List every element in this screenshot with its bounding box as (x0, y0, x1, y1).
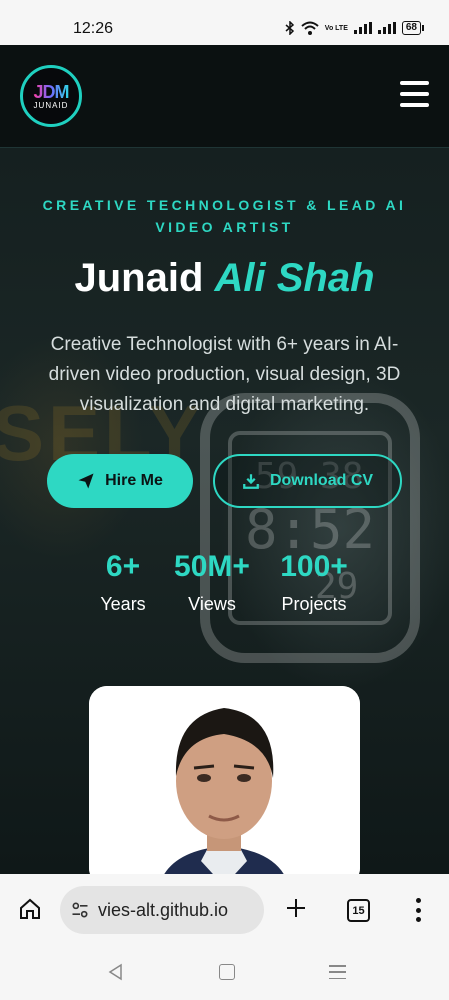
tab-switcher-button[interactable]: 15 (347, 899, 370, 922)
battery-indicator: 68 (401, 21, 425, 35)
download-cv-label: Download CV (269, 472, 374, 489)
tab-count: 15 (352, 904, 365, 917)
background-watch-image: 59 38 8:52 29 (200, 393, 420, 663)
signal-icon (353, 22, 372, 34)
logo-mark: JDM (33, 82, 69, 102)
profile-photo-card (89, 686, 360, 874)
stat-value: 6+ (105, 550, 141, 583)
status-bar: 12:26 Vo LTE 68 (0, 0, 449, 45)
volte-indicator: Vo LTE (324, 24, 348, 32)
download-icon (243, 474, 259, 489)
title-first-name: Junaid (74, 256, 204, 300)
stat-value: 50M+ (174, 550, 250, 583)
profile-photo (89, 686, 360, 874)
stat-projects: 100+ Projects (269, 550, 359, 615)
status-time: 12:26 (73, 20, 114, 37)
home-button[interactable] (219, 964, 235, 980)
paper-plane-icon (78, 473, 94, 489)
home-icon[interactable] (18, 897, 42, 921)
wifi-icon (301, 21, 319, 35)
title-highlight: Ali Shah (214, 256, 375, 300)
back-icon[interactable] (106, 962, 126, 982)
stat-value: 100+ (280, 550, 348, 583)
hamburger-menu-icon[interactable] (400, 81, 429, 107)
hero-description: Creative Technologist with 6+ years in A… (48, 334, 401, 415)
url-bar[interactable]: vies-alt.github.io (60, 886, 264, 934)
stat-label: Years (100, 594, 146, 614)
hire-me-label: Hire Me (105, 472, 163, 489)
new-tab-icon[interactable] (284, 896, 308, 920)
hire-me-button[interactable]: Hire Me (47, 454, 193, 508)
browser-toolbar: vies-alt.github.io 15 (0, 874, 449, 946)
stat-years: 6+ Years (88, 550, 158, 615)
site-logo[interactable]: JDM JUNAID (20, 65, 82, 127)
hero-title: Junaid Ali Shah (0, 256, 449, 301)
status-icons: Vo LTE 68 (285, 21, 425, 35)
stat-label: Projects (281, 594, 347, 614)
download-cv-button[interactable]: Download CV (213, 454, 402, 508)
stat-label: Views (188, 594, 236, 614)
site-header: JDM JUNAID (0, 45, 449, 148)
url-text: vies-alt.github.io (98, 899, 229, 920)
more-options-icon[interactable] (410, 898, 426, 922)
hero-eyebrow: CREATIVE TECHNOLOGIST & LEAD AI VIDEO AR… (42, 197, 407, 235)
site-settings-icon[interactable] (70, 900, 90, 920)
hero-section: SELY 59 38 8:52 29 CREATIVE TECHNOLOGIST… (0, 148, 449, 874)
stat-views: 50M+ Views (167, 550, 257, 615)
logo-name: JUNAID (33, 101, 69, 110)
bluetooth-icon (285, 21, 294, 35)
system-nav-bar (0, 946, 449, 1000)
signal-icon-2 (377, 22, 396, 34)
recent-apps-icon[interactable] (329, 965, 346, 979)
